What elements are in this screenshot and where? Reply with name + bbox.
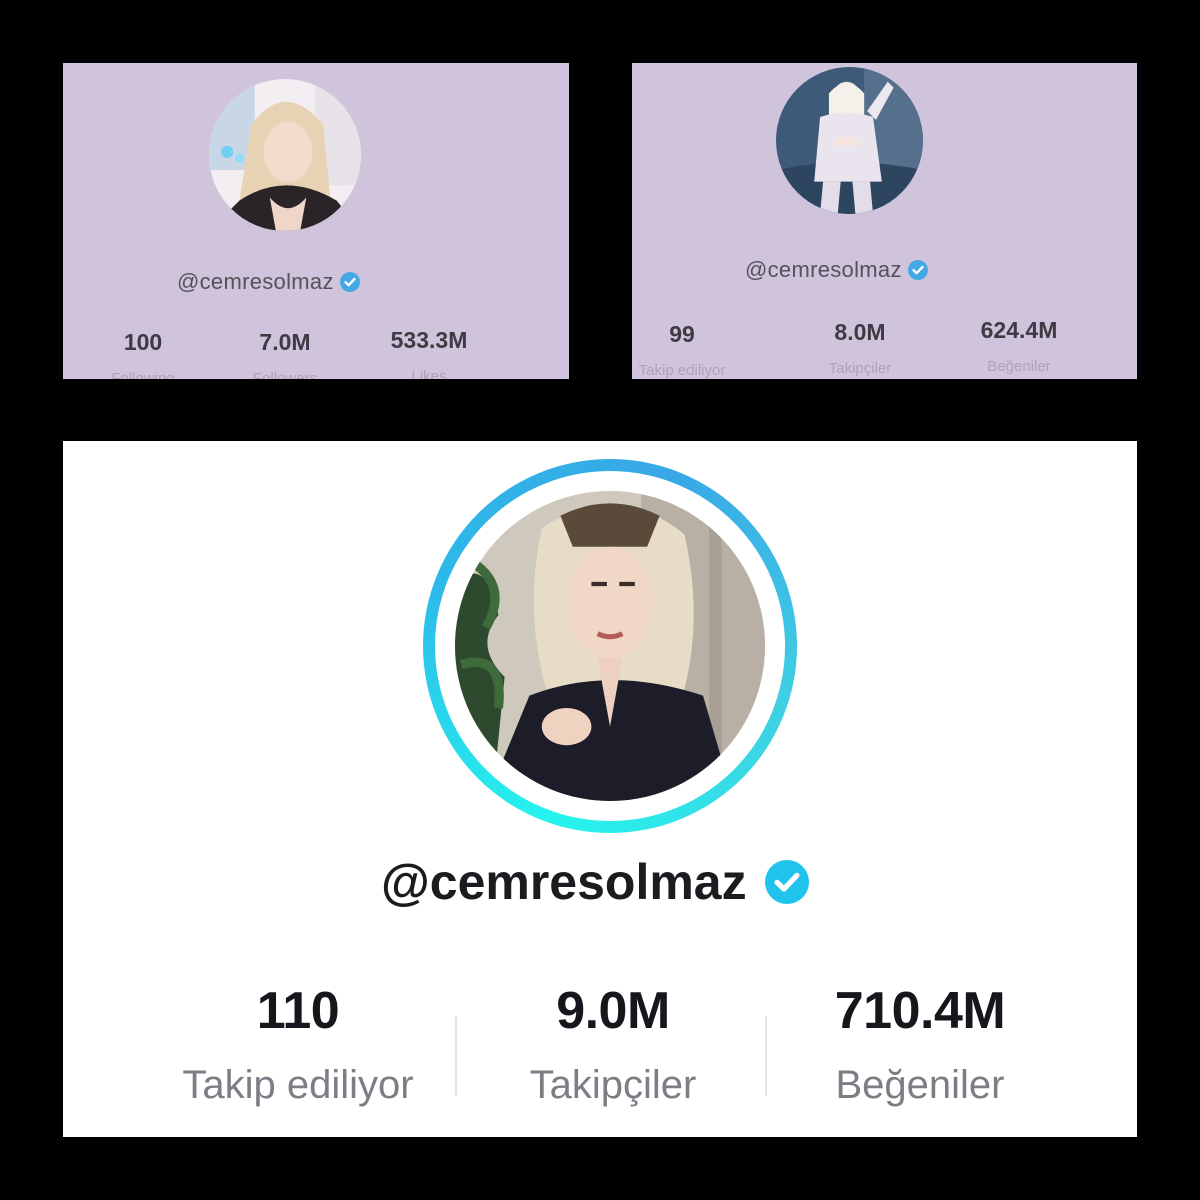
profile-panel-oldest: @cemresolmaz 100 Following 7.0M Follower… <box>63 63 569 379</box>
verified-check-badge-icon <box>764 860 809 904</box>
followers-count-stat[interactable]: 7.0M Followers <box>235 329 335 379</box>
followers-count-stat[interactable]: 9.0M Takipçiler <box>468 981 758 1108</box>
profile-handle: @cemresolmaz <box>745 257 928 283</box>
followers-count-stat[interactable]: 8.0M Takipçiler <box>800 319 920 377</box>
stat-label: Takip ediliyor <box>182 1063 414 1107</box>
stat-value: 624.4M <box>980 317 1058 343</box>
stat-label: Beğeniler <box>987 358 1051 375</box>
verified-check-badge-icon <box>907 260 928 280</box>
stat-label: Following <box>111 370 175 379</box>
likes-count-stat: 710.4M Beğeniler <box>775 981 1065 1108</box>
stat-value: 110 <box>256 982 340 1040</box>
profile-avatar[interactable] <box>455 491 765 801</box>
stat-value: 8.0M <box>834 319 886 345</box>
profile-avatar[interactable] <box>209 79 361 231</box>
stat-label: Followers <box>252 370 318 379</box>
likes-count-stat: 624.4M Beğeniler <box>954 317 1084 375</box>
stat-label: Likes <box>411 368 447 379</box>
likes-count-stat: 533.3M Likes <box>369 327 489 379</box>
verified-check-badge-icon <box>339 272 360 292</box>
stat-label: Takip ediliyor <box>638 362 726 379</box>
stat-value: 710.4M <box>834 982 1006 1040</box>
profile-handle: @cemresolmaz <box>381 853 809 911</box>
stat-value: 100 <box>123 329 163 355</box>
profile-panel-middle: @cemresolmaz 99 Takip ediliyor 8.0M Taki… <box>632 63 1137 379</box>
stat-divider <box>455 1016 457 1096</box>
username-text: @cemresolmaz <box>745 257 902 282</box>
stat-value: 7.0M <box>259 329 311 355</box>
following-count-stat[interactable]: 99 Takip ediliyor <box>632 321 742 379</box>
stat-divider <box>765 1016 767 1096</box>
following-count-stat[interactable]: 100 Following <box>93 329 193 379</box>
following-count-stat[interactable]: 110 Takip ediliyor <box>153 981 443 1108</box>
stat-value: 99 <box>669 321 695 347</box>
stat-label: Takipçiler <box>529 1063 697 1107</box>
profile-handle: @cemresolmaz <box>177 269 360 295</box>
stat-value: 533.3M <box>390 327 468 353</box>
username-text: @cemresolmaz <box>381 854 747 910</box>
profile-panel-latest: @cemresolmaz 110 Takip ediliyor 9.0M Tak… <box>63 441 1137 1137</box>
stat-value: 9.0M <box>556 982 670 1040</box>
username-text: @cemresolmaz <box>177 269 334 294</box>
stat-label: Beğeniler <box>835 1063 1005 1107</box>
stat-label: Takipçiler <box>828 360 892 377</box>
profile-avatar[interactable] <box>776 67 923 214</box>
